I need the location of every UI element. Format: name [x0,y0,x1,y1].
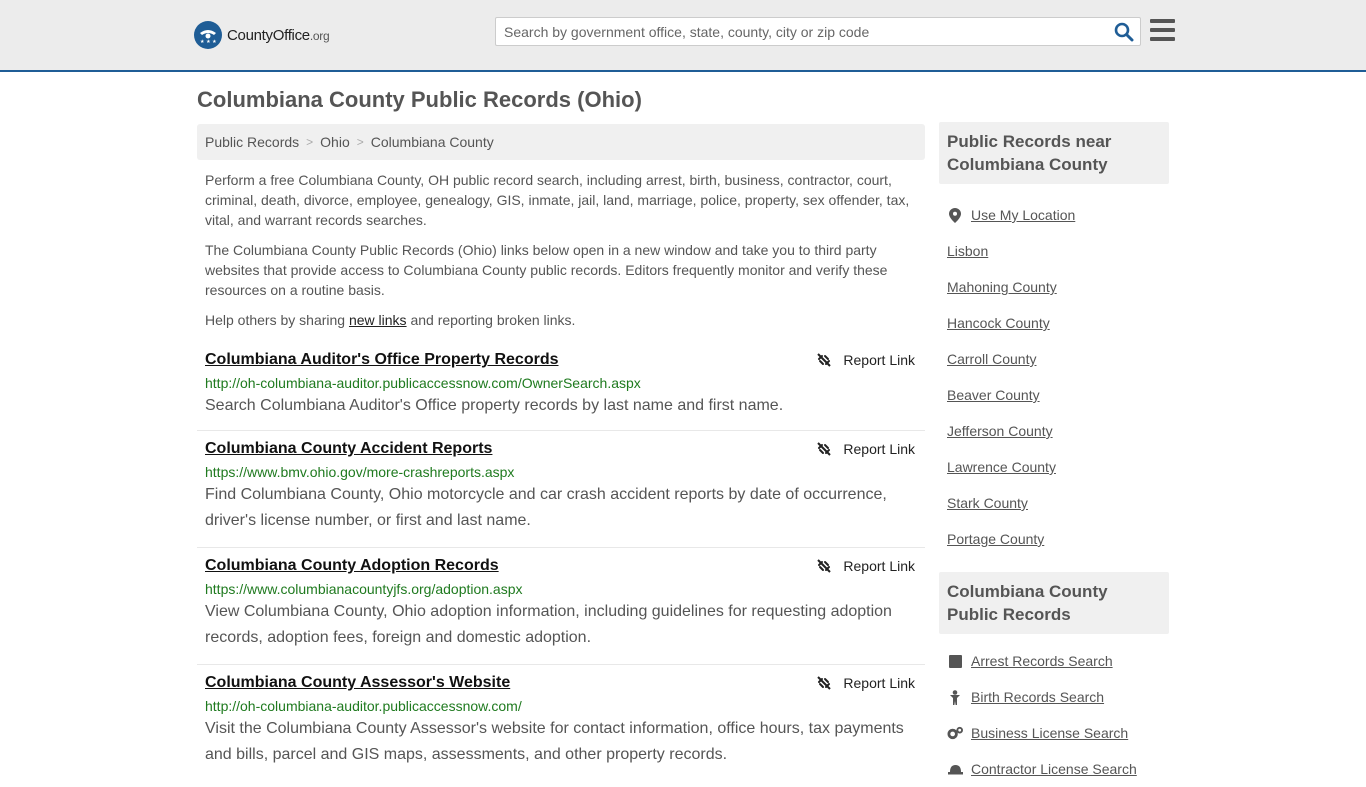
broken-link-icon [817,559,832,573]
logo[interactable]: ★ ★ ★ CountyOffice.org [194,20,330,50]
sidebar-link-portage[interactable]: Portage County [947,531,1044,547]
record-url-link[interactable]: https://www.bmv.ohio.gov/more-crashrepor… [205,462,917,482]
chevron-right-icon: > [306,135,314,149]
map-marker-icon [947,207,963,223]
sidebar-link-jefferson[interactable]: Jefferson County [947,423,1053,439]
record-title-link[interactable]: Columbiana County Accident Reports [205,439,917,459]
use-location-link[interactable]: Use My Location [971,207,1075,223]
record-description: Search Columbiana Auditor's Office prope… [205,397,784,414]
search-box [495,17,1141,46]
sidebar-item: Arrest Records Search [947,643,1169,679]
sidebar-link-mahoning[interactable]: Mahoning County [947,279,1057,295]
breadcrumb-public-records[interactable]: Public Records [205,134,299,150]
page-title: Columbiana County Public Records (Ohio) [197,87,642,112]
record-title-link[interactable]: Columbiana Auditor's Office Property Rec… [205,350,917,370]
record-description: Visit the Columbiana County Assessor's w… [205,720,904,763]
record-url-link[interactable]: http://oh-columbiana-auditor.publicacces… [205,696,917,716]
sidebar-heading: Public Records near Columbiana County [939,122,1169,184]
report-link-button[interactable]: Report Link [817,558,915,574]
breadcrumb-ohio[interactable]: Ohio [320,134,350,150]
logo-seal-icon: ★ ★ ★ [194,21,222,49]
intro-text: Perform a free Columbiana County, OH pub… [205,170,920,340]
sidebar-item: Beaver County [947,377,1169,413]
search-input[interactable] [496,18,1108,45]
record-description: View Columbiana County, Ohio adoption in… [205,603,892,646]
sidebar-link-birth[interactable]: Birth Records Search [971,689,1104,705]
breadcrumb-current: Columbiana County [370,134,494,150]
sidebar-item: Portage County [947,521,1169,557]
sidebar-link-hancock[interactable]: Hancock County [947,315,1050,331]
sidebar-link-lawrence[interactable]: Lawrence County [947,459,1056,475]
sidebar-link-contractor[interactable]: Contractor License Search [971,761,1137,777]
list-item: Columbiana County Assessor's Website htt… [197,665,925,782]
intro-help: Help others by sharing new links and rep… [205,312,576,328]
sidebar-link-carroll[interactable]: Carroll County [947,351,1036,367]
hamburger-menu-icon[interactable] [1150,19,1175,41]
list-item: Columbiana County Accident Reports https… [197,431,925,548]
top-bar: ★ ★ ★ CountyOffice.org [0,0,1366,72]
sidebar-link-arrest[interactable]: Arrest Records Search [971,653,1113,669]
gears-icon [947,726,963,740]
search-icon[interactable] [1114,22,1134,42]
sidebar-link-business[interactable]: Business License Search [971,725,1128,741]
breadcrumb: Public Records > Ohio > Columbiana Count… [197,124,925,160]
sidebar-heading: Columbiana County Public Records [939,572,1169,634]
sidebar-item-use-location: Use My Location [947,197,1169,233]
baby-icon [947,689,963,705]
sidebar-item: Mahoning County [947,269,1169,305]
svg-text:★ ★ ★: ★ ★ ★ [200,39,217,45]
new-links-link[interactable]: new links [349,312,407,328]
sidebar-item: Birth Records Search [947,679,1169,715]
sidebar-link-lisbon[interactable]: Lisbon [947,243,988,259]
sidebar-item: Lawrence County [947,449,1169,485]
record-title-link[interactable]: Columbiana County Adoption Records [205,556,917,576]
chevron-right-icon: > [356,135,364,149]
sidebar-item: Carroll County [947,341,1169,377]
sidebar-item: Lisbon [947,233,1169,269]
sidebar-item: Hancock County [947,305,1169,341]
square-icon [947,654,963,668]
intro-paragraph: Perform a free Columbiana County, OH pub… [205,172,910,228]
logo-text: CountyOffice.org [227,26,330,44]
broken-link-icon [817,442,832,456]
report-link-button[interactable]: Report Link [817,352,915,368]
report-link-button[interactable]: Report Link [817,675,915,691]
sidebar-records: Columbiana County Public Records Arrest … [939,572,1169,787]
record-description: Find Columbiana County, Ohio motorcycle … [205,486,887,529]
sidebar-link-stark[interactable]: Stark County [947,495,1028,511]
report-link-button[interactable]: Report Link [817,441,915,457]
sidebar-item: Jefferson County [947,413,1169,449]
sidebar-item: Contractor License Search [947,751,1169,787]
sidebar-item: Stark County [947,485,1169,521]
hardhat-icon [947,763,963,775]
record-title-link[interactable]: Columbiana County Assessor's Website [205,673,917,693]
records-list: Columbiana Auditor's Office Property Rec… [197,342,925,782]
list-item: Columbiana Auditor's Office Property Rec… [197,342,925,431]
broken-link-icon [817,353,832,367]
record-url-link[interactable]: http://oh-columbiana-auditor.publicacces… [205,373,917,393]
list-item: Columbiana County Adoption Records https… [197,548,925,665]
broken-link-icon [817,676,832,690]
sidebar-link-beaver[interactable]: Beaver County [947,387,1040,403]
sidebar-near: Public Records near Columbiana County Us… [939,122,1169,557]
record-url-link[interactable]: https://www.columbianacountyjfs.org/adop… [205,579,917,599]
intro-paragraph: The Columbiana County Public Records (Oh… [205,242,888,298]
sidebar-item: Business License Search [947,715,1169,751]
